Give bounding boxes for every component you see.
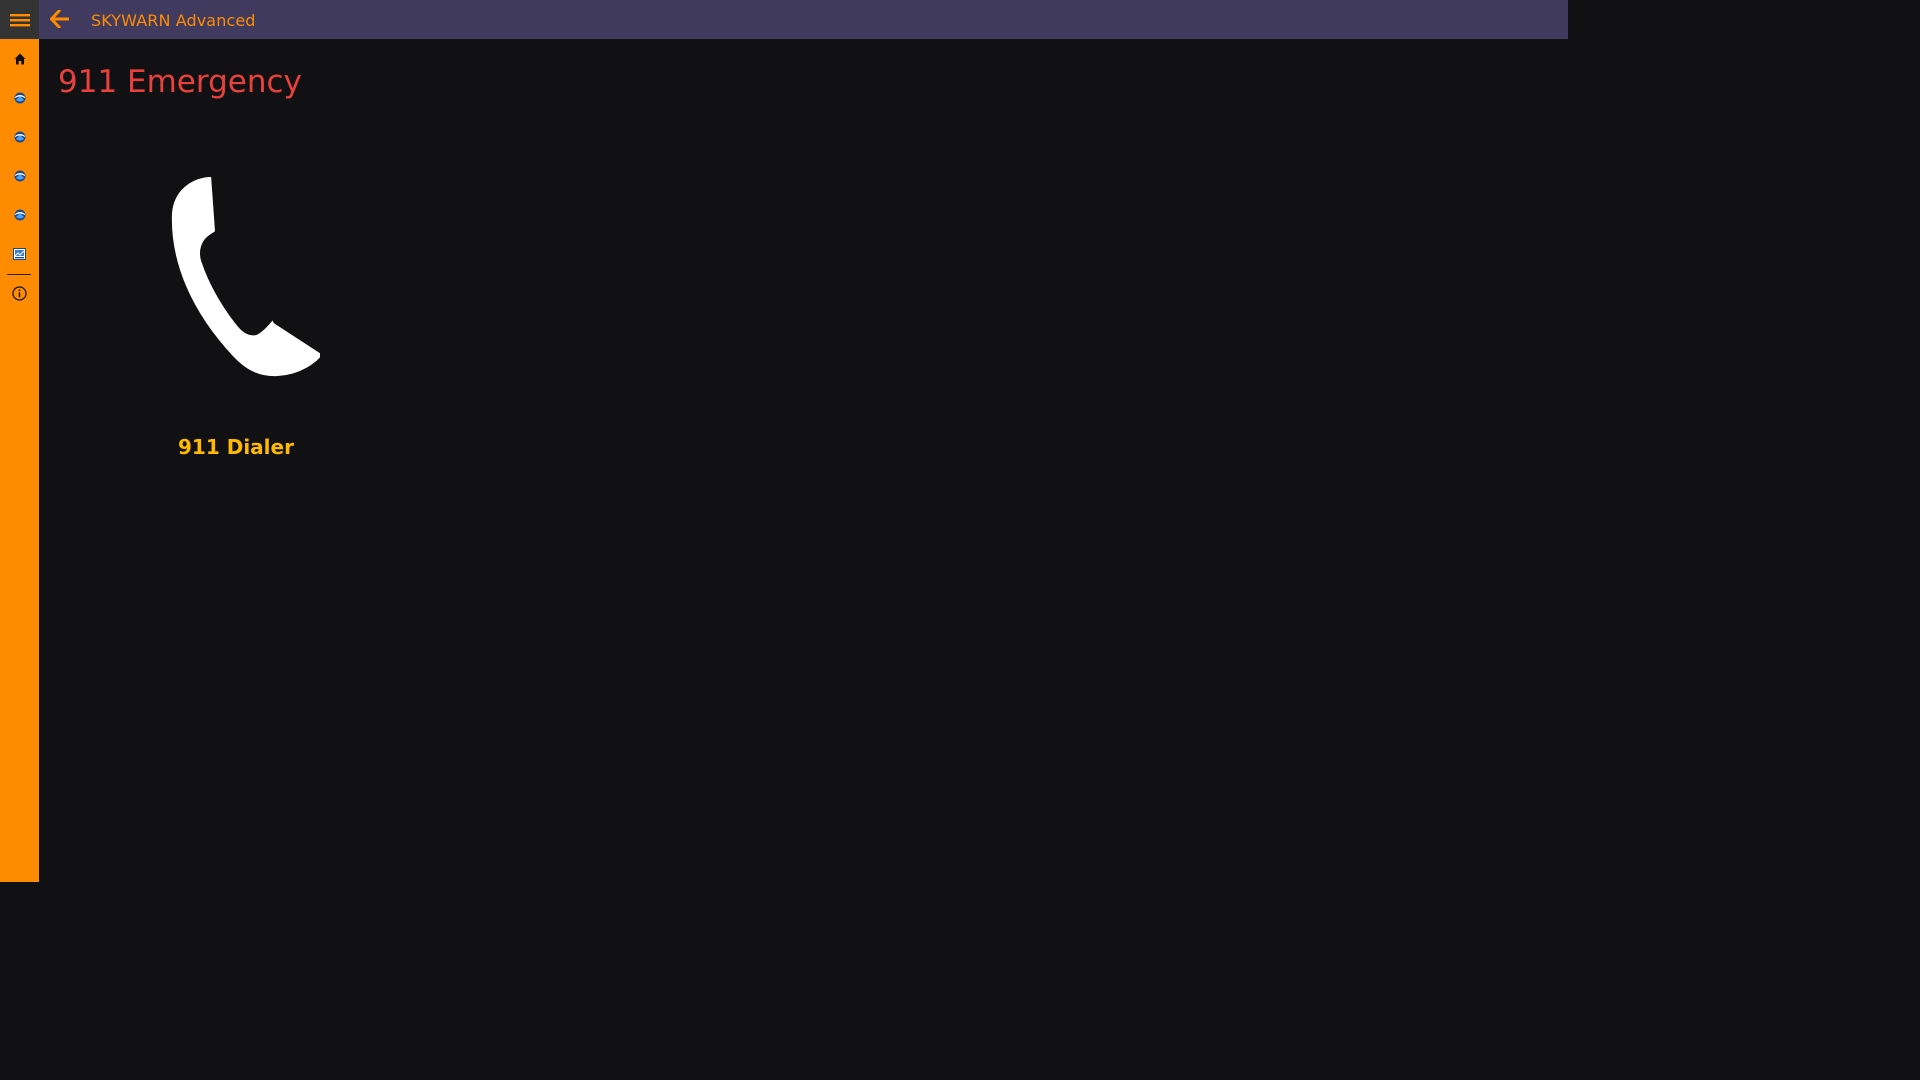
nav-item-noaa-4[interactable] xyxy=(0,195,39,234)
phone-icon xyxy=(167,172,320,381)
noaa-logo-icon xyxy=(14,170,25,181)
nav-item-report[interactable] xyxy=(0,234,39,273)
dialer-tile[interactable]: 911 Dialer xyxy=(136,155,336,475)
report-icon xyxy=(13,247,26,260)
back-arrow-icon xyxy=(50,10,69,28)
nav-item-info[interactable] xyxy=(0,274,39,313)
nav-rail xyxy=(0,0,39,882)
back-button[interactable] xyxy=(47,6,73,32)
noaa-logo-icon xyxy=(14,92,25,103)
dialer-label: 911 Dialer xyxy=(178,435,294,459)
hamburger-menu-button[interactable] xyxy=(0,0,39,39)
info-icon xyxy=(12,286,27,301)
home-icon xyxy=(14,53,25,64)
app-window: SKYWARN Advanced 911 Emergency 911 Diale… xyxy=(0,0,1568,882)
title-bar: SKYWARN Advanced xyxy=(39,0,1568,39)
page-title: 911 Emergency xyxy=(58,64,302,100)
app-title: SKYWARN Advanced xyxy=(91,11,256,30)
noaa-logo-icon xyxy=(14,209,25,220)
nav-item-noaa-1[interactable] xyxy=(0,78,39,117)
nav-item-noaa-2[interactable] xyxy=(0,117,39,156)
nav-item-home[interactable] xyxy=(0,39,39,78)
hamburger-menu-icon xyxy=(9,13,30,26)
noaa-logo-icon xyxy=(14,131,25,142)
nav-item-noaa-3[interactable] xyxy=(0,156,39,195)
